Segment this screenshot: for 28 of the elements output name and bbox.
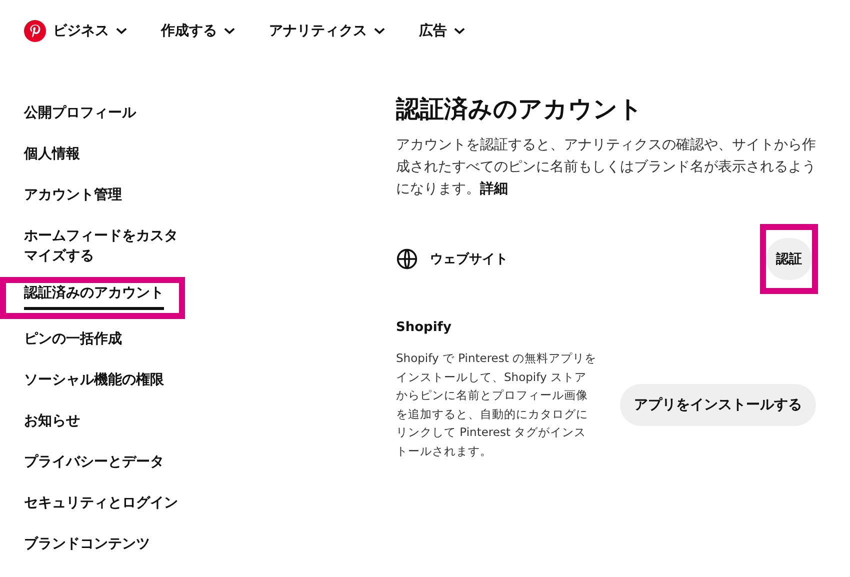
sidebar-item[interactable]: アカウント管理 xyxy=(24,175,184,216)
sidebar-item[interactable]: 個人情報 xyxy=(24,134,184,175)
nav-menu-button[interactable]: アナリティクス xyxy=(269,20,385,42)
globe-icon xyxy=(396,248,418,270)
chevron-down-icon xyxy=(454,27,465,35)
nav-menu-button[interactable]: 作成する xyxy=(161,20,235,42)
description-text: アカウントを認証すると、アナリティクスの確認や、サイトから作成されたすべてのピンに名前もしくはブランド名が表示されるようになります。詳細 xyxy=(396,136,816,199)
sidebar-item[interactable]: お知らせ xyxy=(24,401,184,442)
nav-menu-button[interactable]: ビジネス xyxy=(24,20,127,42)
sidebar-item[interactable]: セキュリティとログイン xyxy=(24,483,184,524)
install-app-button[interactable]: アプリをインストールする xyxy=(620,384,816,426)
sidebar-item[interactable]: ピンの一括作成 xyxy=(24,319,184,360)
sidebar-item[interactable]: ブランドコンテンツ xyxy=(24,524,184,565)
shopify-title: Shopify xyxy=(396,320,452,335)
sidebar-item[interactable]: プライバシーとデータ xyxy=(24,442,184,483)
shopify-description: Shopify で Pinterest の無料アプリをインストールして、Shopify ストアからピンに名前とプロフィール画像を追加すると、自動的にカタログにリンクして Pinterest タグがインストールされます。 xyxy=(396,350,598,460)
nav-menu-button[interactable]: 広告 xyxy=(419,20,465,42)
sidebar-item[interactable]: 認証済みのアカウント xyxy=(24,283,164,310)
chevron-down-icon xyxy=(374,27,385,35)
sidebar-item[interactable]: ソーシャル機能の権限 xyxy=(24,360,184,401)
website-label: ウェブサイト xyxy=(430,250,509,268)
verify-button[interactable]: 認証 xyxy=(766,238,812,280)
page-title: 認証済みのアカウント xyxy=(396,94,644,124)
sidebar-item[interactable]: 公開プロフィール xyxy=(24,93,184,134)
chevron-down-icon xyxy=(224,27,235,35)
details-link[interactable]: 詳細 xyxy=(480,181,508,197)
chevron-down-icon xyxy=(116,27,127,35)
sidebar-item[interactable]: ホームフィードをカスタマイズする xyxy=(24,216,184,277)
